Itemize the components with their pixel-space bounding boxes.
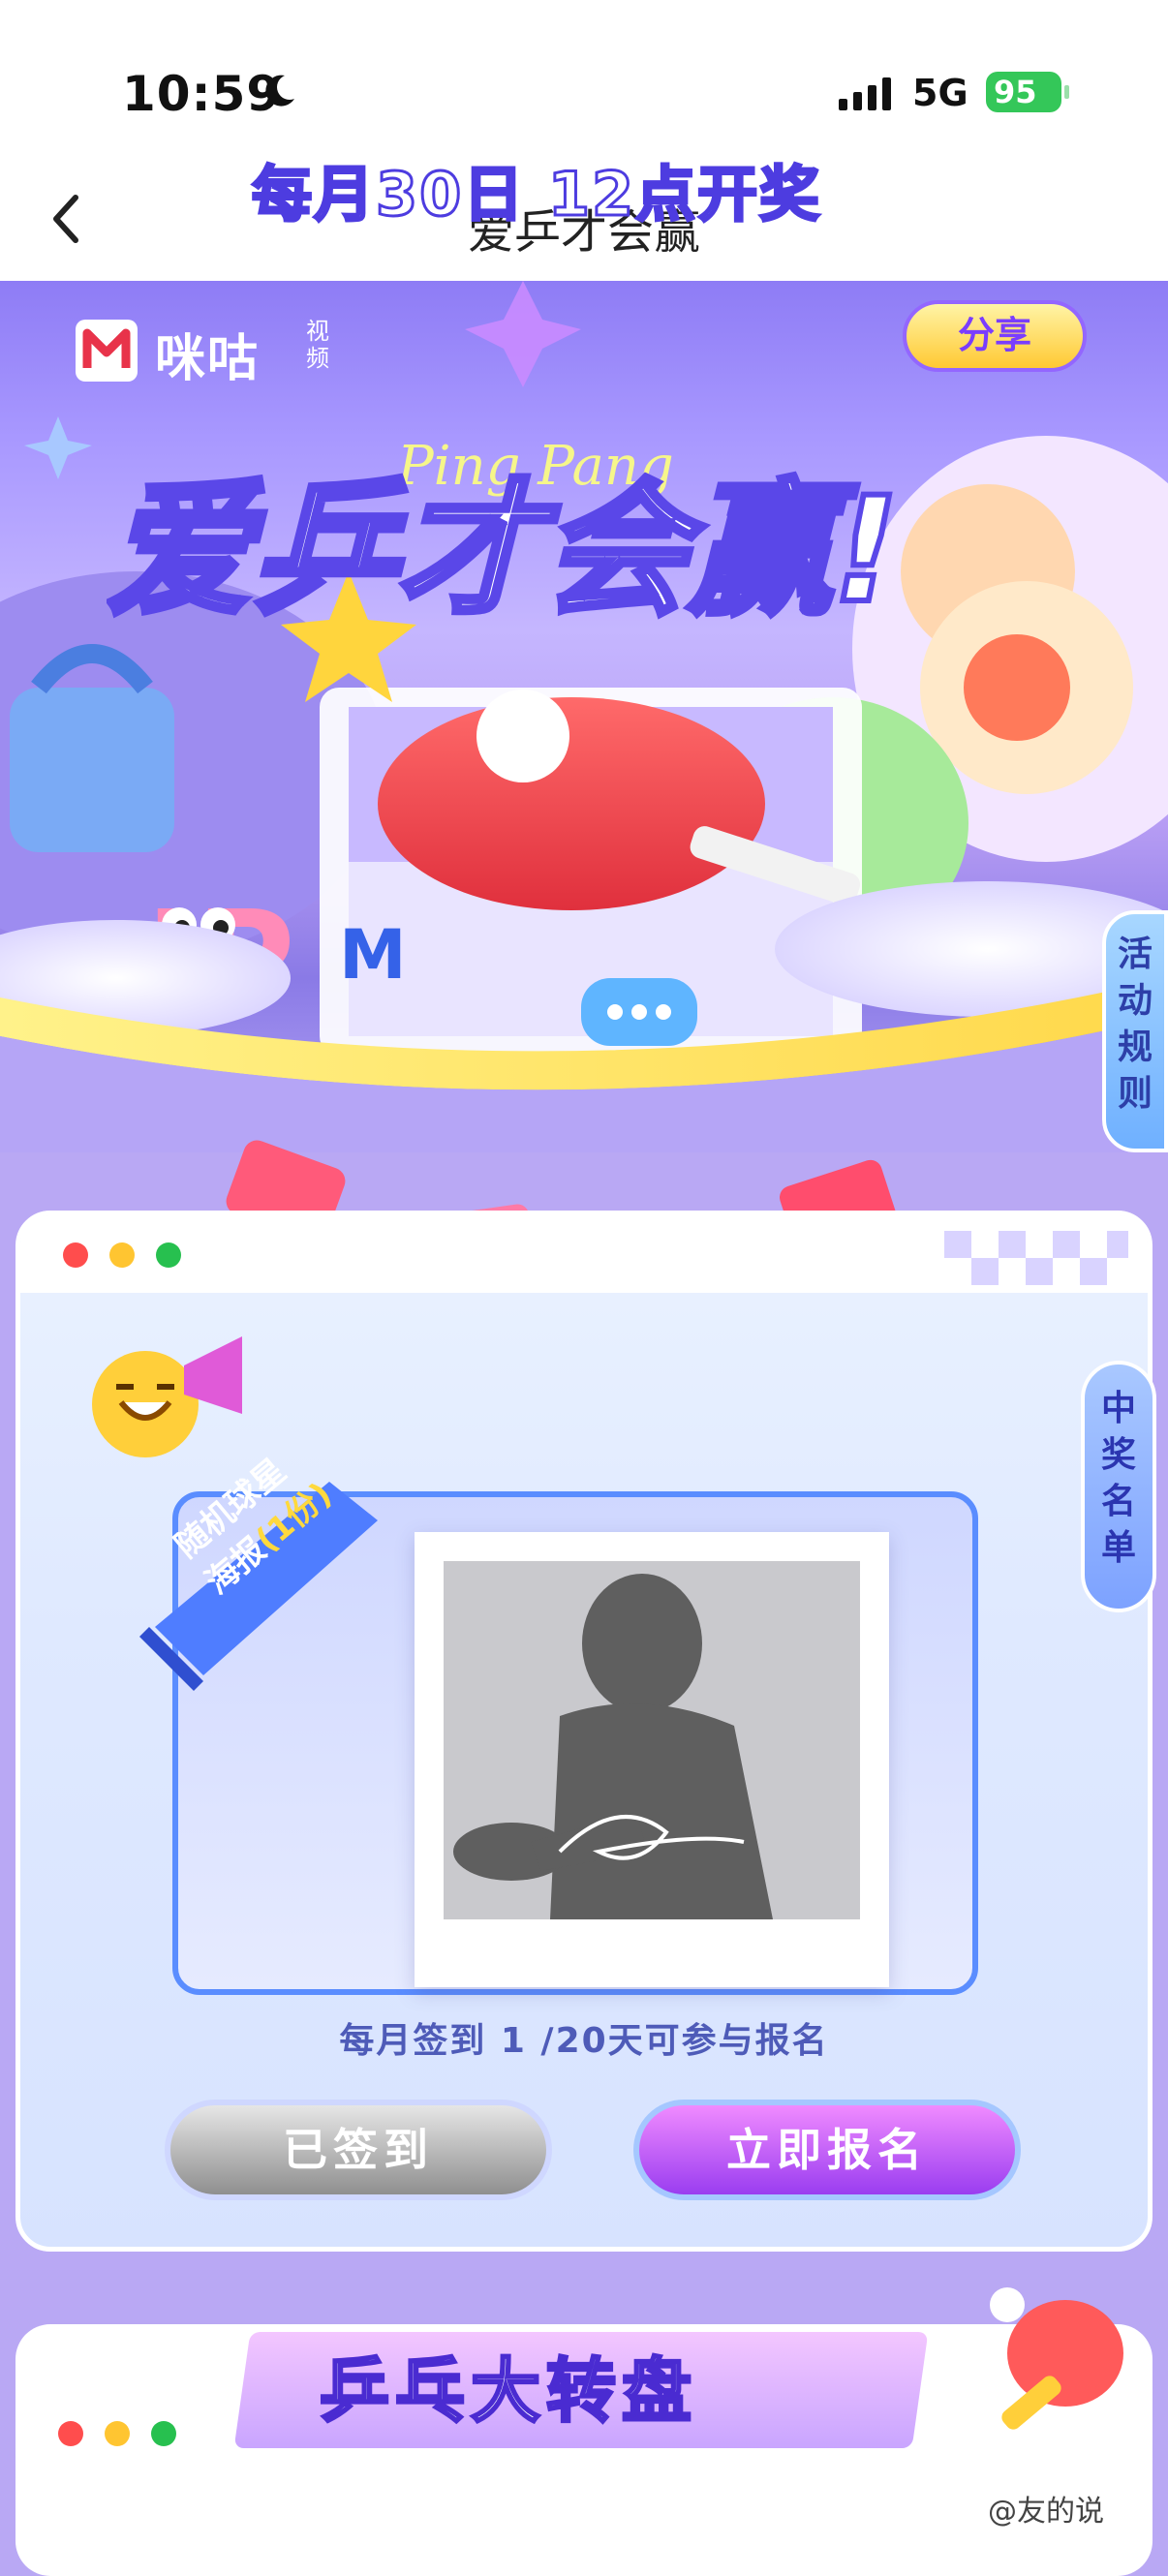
hero-banner: M IP 咪咕 视频 分享 Ping Pang 爱乒才会赢! 活动规则 [0, 281, 1168, 1152]
join-now-button[interactable]: 立即报名 [633, 2100, 1021, 2200]
signal-icon [839, 77, 891, 110]
winners-list-tab[interactable]: 中奖名单 [1081, 1361, 1156, 1612]
logo-subtext: 视频 [306, 318, 329, 372]
svg-text:M: M [339, 915, 407, 995]
status-bar: 10:59 5G 95 [0, 0, 1168, 165]
battery-icon: 95 [986, 72, 1069, 112]
activity-rules-tab[interactable]: 活动规则 [1102, 910, 1168, 1152]
window-dot-yellow [109, 1242, 135, 1268]
battery-level: 95 [994, 74, 1037, 110]
window-dot-red [63, 1242, 88, 1268]
wheel-title: 乒乓大转盘 [318, 2349, 698, 2434]
share-button[interactable]: 分享 [903, 300, 1087, 372]
status-time: 10:59 [122, 66, 282, 122]
window-dot-green [156, 1242, 181, 1268]
window-dot-green-2 [151, 2421, 176, 2446]
migu-logo-icon [76, 320, 138, 382]
hero-title: 爱乒才会赢! [107, 467, 899, 629]
megaphone-emoji-icon [92, 1336, 242, 1457]
network-type: 5G [912, 72, 968, 114]
paddle-icon [990, 2287, 1123, 2430]
draw-date-banner: 每月30日 12点开奖 [251, 158, 822, 231]
player-silhouette [453, 1574, 773, 1919]
checker-decor [944, 1231, 1128, 1285]
winners-tab-label: 中奖名单 [1100, 1389, 1136, 1568]
rules-tab-label: 活动规则 [1117, 935, 1153, 1114]
hero-title-art: Ping Pang 爱乒才会赢! [104, 378, 1075, 638]
window-dot-red-2 [58, 2421, 83, 2446]
watermark: @友的说 [988, 2495, 1104, 2529]
signed-in-button[interactable]: 已签到 [165, 2100, 552, 2200]
moon-icon [265, 75, 294, 107]
star-poster-photo [415, 1532, 889, 1987]
signin-progress-text: 每月签到 1 /20天可参与报名 [339, 2021, 829, 2061]
window-dot-yellow-2 [105, 2421, 130, 2446]
